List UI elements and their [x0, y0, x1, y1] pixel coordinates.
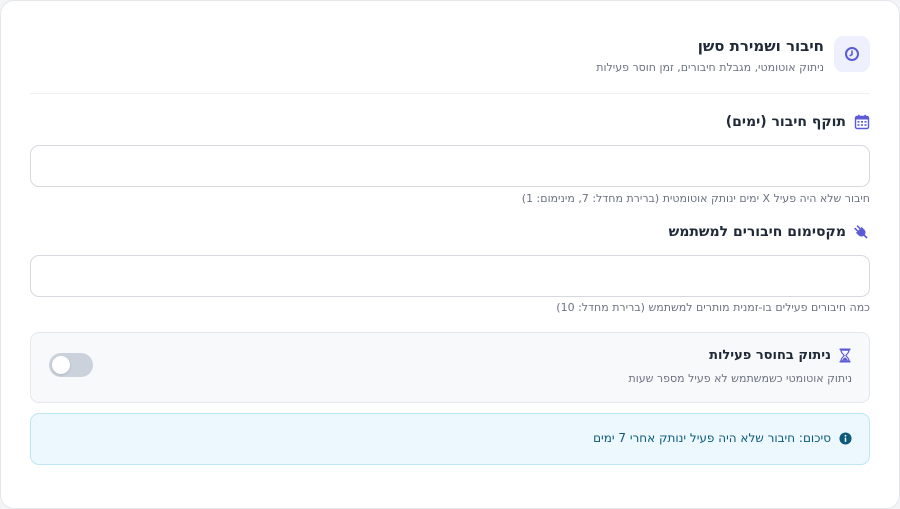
session-duration-label: תוקף חיבור (ימים)	[726, 112, 870, 132]
info-icon	[839, 431, 852, 445]
section-title: חיבור ושמירת סשן	[697, 37, 824, 55]
hourglass-icon	[838, 348, 852, 363]
idle-logout-title-text: ניתוק בחוסר פעילות	[709, 348, 831, 363]
session-duration-input[interactable]	[30, 145, 870, 187]
summary-banner: סיכום: חיבור שלא היה פעיל ינותק אחרי 7 י…	[30, 413, 870, 465]
idle-logout-title: ניתוק בחוסר פעילות	[709, 348, 852, 363]
session-settings-card: חיבור ושמירת סשן ניתוק אוטומטי, מגבלת חי…	[0, 0, 900, 509]
max-sessions-label-text: מקסימום חיבורים למשתמש	[668, 224, 846, 240]
session-duration-label-text: תוקף חיבור (ימים)	[725, 114, 846, 130]
header-divider	[30, 93, 870, 94]
clock-icon	[834, 36, 870, 72]
section-subtitle: ניתוק אוטומטי, מגבלת חיבורים, זמן חוסר פ…	[596, 61, 824, 74]
idle-logout-toggle[interactable]	[49, 353, 93, 377]
toggle-knob	[52, 356, 70, 374]
max-sessions-hint: כמה חיבורים פעילים בו-זמנית מותרים למשתמ…	[556, 301, 870, 314]
session-duration-hint: חיבור שלא היה פעיל X ימים ינותק אוטומטית…	[521, 192, 870, 205]
idle-logout-box: ניתוק בחוסר פעילות ניתוק אוטומטי כשמשתמש…	[30, 332, 870, 403]
summary-content: סיכום: חיבור שלא היה פעיל ינותק אחרי 7 י…	[593, 431, 852, 445]
max-sessions-input[interactable]	[30, 255, 870, 297]
section-header: חיבור ושמירת סשן ניתוק אוטומטי, מגבלת חי…	[30, 36, 870, 76]
plug-icon	[853, 224, 870, 241]
max-sessions-label: מקסימום חיבורים למשתמש	[669, 222, 870, 242]
summary-text: סיכום: חיבור שלא היה פעיל ינותק אחרי 7 י…	[593, 431, 831, 445]
idle-logout-description: ניתוק אוטומטי כשמשתמש לא פעיל מספר שעות	[628, 372, 852, 385]
calendar-icon	[853, 114, 870, 131]
